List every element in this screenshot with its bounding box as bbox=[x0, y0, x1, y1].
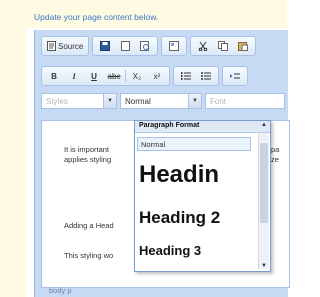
indent-icon[interactable] bbox=[226, 69, 244, 83]
underline-button[interactable]: U bbox=[85, 69, 103, 83]
format-option-heading-3[interactable]: Heading 3 bbox=[139, 243, 201, 258]
format-option-heading-1[interactable]: Headin bbox=[139, 161, 219, 189]
format-combo-value: Normal bbox=[125, 96, 151, 106]
clipboard-group bbox=[190, 36, 257, 56]
chevron-down-icon: ▼ bbox=[103, 94, 116, 108]
paste-icon[interactable] bbox=[234, 39, 252, 53]
styles-combo-label: Styles bbox=[46, 96, 68, 106]
chevron-down-icon: ▼ bbox=[188, 94, 201, 108]
dropdown-scrollbar[interactable]: ▲ ▼ bbox=[258, 122, 269, 269]
bold-button[interactable]: B bbox=[45, 69, 63, 83]
content-line: This styling wo bbox=[64, 251, 114, 260]
styles-combo[interactable]: Styles ▼ bbox=[41, 93, 117, 109]
format-option-normal[interactable]: Normal bbox=[137, 137, 251, 151]
new-page-icon[interactable] bbox=[116, 39, 134, 53]
toolbar-row-2: B I U abc X₂ x² bbox=[41, 66, 248, 86]
toolbar-row-1: Source bbox=[41, 36, 257, 56]
list-group bbox=[173, 66, 219, 86]
preview-icon[interactable] bbox=[136, 39, 154, 53]
scroll-up-icon[interactable]: ▲ bbox=[259, 122, 269, 128]
content-line-right: ze bbox=[271, 155, 279, 164]
indent-group bbox=[222, 66, 248, 86]
save-icon[interactable] bbox=[96, 39, 114, 53]
superscript-button[interactable]: x² bbox=[148, 69, 166, 83]
source-button[interactable]: Source bbox=[45, 39, 85, 53]
numbered-list-icon[interactable] bbox=[177, 69, 195, 83]
font-combo-label: Font bbox=[210, 96, 227, 106]
source-label: Source bbox=[58, 41, 84, 51]
instruction-text: Update your page content below. bbox=[34, 12, 159, 22]
templates-icon[interactable] bbox=[165, 39, 183, 53]
toolbar-separator bbox=[125, 70, 126, 82]
content-line: applies styling bbox=[64, 155, 112, 164]
side-panel bbox=[0, 28, 26, 297]
scroll-down-icon[interactable]: ▼ bbox=[259, 263, 269, 269]
template-group bbox=[161, 36, 188, 56]
italic-button[interactable]: I bbox=[65, 69, 83, 83]
content-line: Adding a Head bbox=[64, 221, 114, 230]
scrollbar-thumb[interactable] bbox=[260, 143, 268, 223]
element-path[interactable]: body p bbox=[49, 286, 72, 295]
format-combo[interactable]: Normal ▼ bbox=[120, 93, 202, 109]
source-icon bbox=[47, 41, 56, 51]
font-combo[interactable]: Font bbox=[205, 93, 285, 109]
dropdown-title: Paragraph Format bbox=[135, 121, 270, 133]
content-line: It is important bbox=[64, 145, 110, 154]
bulleted-list-icon[interactable] bbox=[197, 69, 215, 83]
basic-styles-group: B I U abc X₂ x² bbox=[41, 66, 170, 86]
content-line-right: pa bbox=[271, 145, 280, 154]
subscript-button[interactable]: X₂ bbox=[128, 69, 146, 83]
paragraph-format-dropdown: Paragraph Format Normal Headin Heading 2… bbox=[134, 120, 271, 272]
toolbar-row-3: Styles ▼ Normal ▼ Font bbox=[41, 93, 285, 109]
cut-icon[interactable] bbox=[194, 39, 212, 53]
source-group: Source bbox=[41, 36, 90, 56]
copy-icon[interactable] bbox=[214, 39, 232, 53]
strikethrough-button[interactable]: abc bbox=[105, 69, 123, 83]
document-group bbox=[92, 36, 159, 56]
format-option-heading-2[interactable]: Heading 2 bbox=[139, 208, 220, 228]
